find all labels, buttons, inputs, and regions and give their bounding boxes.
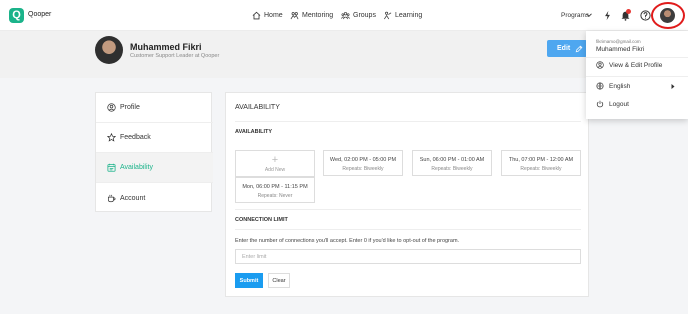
user-email: fikrimamo@gmail.com [596,39,641,44]
availability-slot[interactable]: Sun, 06:00 PM - 01:00 AM Repeats: Biweek… [412,150,492,176]
sidebar-item-account[interactable]: Account [96,183,213,213]
user-circle-icon [107,103,116,112]
nav-home-label: Home [264,12,283,19]
globe-icon [596,82,604,90]
sidebar-item-availability[interactable]: Availability [96,153,213,183]
slot-time: Thu, 07:00 PM - 12:00 AM [508,157,574,163]
nav-mentoring[interactable]: Mentoring [290,11,333,20]
edit-button-label: Edit [557,45,571,52]
availability-section-title: AVAILABILITY [235,129,273,135]
clear-button[interactable]: Clear [268,273,290,288]
nav-learning-label: Learning [395,12,423,19]
divider [586,57,688,58]
qooper-logo-icon[interactable]: Q [9,8,24,23]
menu-item-logout[interactable]: Logout [596,100,629,108]
slot-repeats: Repeats: Never [257,193,293,199]
divider [235,121,581,122]
nav-groups-label: Groups [353,12,376,19]
slot-time: Mon, 06:00 PM - 11:15 PM [242,184,308,190]
connection-limit-title: CONNECTION LIMIT [235,217,288,223]
availability-slot[interactable]: Mon, 06:00 PM - 11:15 PM Repeats: Never [235,177,315,203]
sidebar-item-feedback[interactable]: Feedback [96,123,213,153]
divider [586,76,688,77]
slot-repeats: Repeats: Biweekly [342,166,384,172]
caret-right-icon [671,84,675,89]
slot-repeats: Repeats: Biweekly [520,166,562,172]
top-navigation-bar: Q Qooper Home Mentoring Groups Learning … [0,0,688,31]
help-icon[interactable] [640,10,651,21]
availability-slot[interactable]: Wed, 02:00 PM - 05:00 PM Repeats: Biweek… [323,150,403,176]
notification-badge [626,9,631,14]
coffee-cup-icon [107,194,116,202]
star-icon [107,133,116,142]
page-title: AVAILABILITY [235,104,280,111]
mentoring-icon [290,12,299,20]
plus-icon: + [271,154,279,166]
sidebar-item-label: Profile [120,104,140,111]
menu-item-label: Logout [609,100,629,108]
lightning-icon[interactable] [602,10,613,21]
slot-repeats: Repeats: Biweekly [431,166,473,172]
add-new-label: Add New [264,167,286,173]
menu-item-label: View & Edit Profile [609,61,663,69]
avatar [95,36,123,64]
user-name: Muhammed Fikri [596,46,645,53]
slot-time: Sun, 06:00 PM - 01:00 AM [419,157,485,163]
groups-icon [341,12,350,20]
user-circle-icon [596,61,604,69]
sidebar-item-label: Feedback [120,134,151,141]
profile-name: Muhammed Fikri [130,42,202,52]
nav-groups[interactable]: Groups [341,11,376,20]
menu-item-label: English [609,82,631,90]
sidebar-item-label: Availability [120,164,153,171]
sidebar-item-label: Account [120,194,146,202]
brand-name: Qooper [28,11,52,18]
learning-icon [384,11,392,20]
highlight-circle [651,2,685,29]
pencil-icon [575,45,583,52]
nav-learning[interactable]: Learning [383,11,422,20]
slot-time: Wed, 02:00 PM - 05:00 PM [329,157,397,163]
menu-item-language[interactable]: English [596,82,630,90]
nav-mentoring-label: Mentoring [302,12,334,19]
edit-profile-button[interactable]: Edit [547,40,587,57]
divider [235,229,581,230]
menu-item-view-edit-profile[interactable]: View & Edit Profile [596,61,662,69]
availability-slot[interactable]: Thu, 07:00 PM - 12:00 AM Repeats: Biweek… [501,150,581,176]
submit-button[interactable]: Submit [235,273,263,288]
power-icon [596,100,604,108]
chevron-down-icon[interactable] [585,11,593,19]
connection-limit-description: Enter the number of connections you'll a… [235,238,460,244]
nav-home[interactable]: Home [252,11,283,20]
profile-subtitle: Customer Support Leader at Qooper [130,53,220,59]
sidebar-item-profile[interactable]: Profile [96,93,213,123]
calendar-icon [107,163,116,172]
home-icon [252,11,261,20]
divider [235,209,581,210]
user-dropdown-menu: fikrimamo@gmail.com Muhammed Fikri View … [586,31,688,119]
settings-sidebar: Profile Feedback Availability Account [95,92,213,213]
connection-limit-input[interactable] [235,249,581,264]
availability-panel: AVAILABILITY AVAILABILITY + Add New Wed,… [225,92,589,297]
add-new-slot-button[interactable]: + Add New [235,150,315,177]
